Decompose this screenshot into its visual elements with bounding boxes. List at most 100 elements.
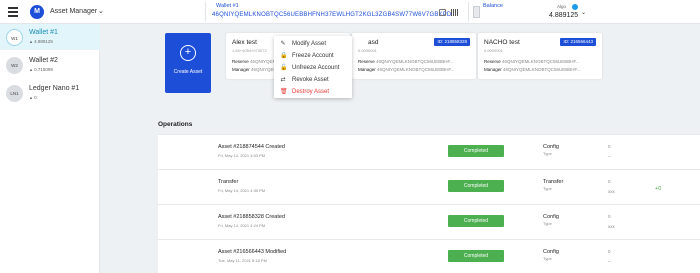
operation-detail: – bbox=[608, 259, 611, 264]
status-badge: Completed bbox=[448, 250, 504, 262]
menu-item-label: Revoke Asset bbox=[292, 77, 329, 83]
reserve-label: Reserve bbox=[358, 59, 375, 64]
account-balance: 4.889125 bbox=[29, 39, 53, 44]
operation-type: Config bbox=[543, 249, 559, 255]
create-asset-button[interactable]: + Create Asset bbox=[165, 33, 211, 93]
operation-detail: – bbox=[608, 154, 611, 159]
copy-icon[interactable] bbox=[439, 9, 446, 16]
menu-item-label: Destroy Asset bbox=[292, 89, 330, 95]
manager-value: 46QNIYQEMLKNOBTQC56UEBBHF... bbox=[503, 67, 581, 72]
verified-icon bbox=[572, 4, 578, 10]
reserve-label: Reserve bbox=[232, 59, 249, 64]
status-badge: Completed bbox=[448, 215, 504, 227]
menu-item-destroy-asset[interactable]: 🗑 Destroy Asset bbox=[274, 87, 352, 98]
plus-icon: + bbox=[180, 45, 196, 61]
sidebar: W1 Wallet #1 4.889125 W2 Wallet #2 0.715… bbox=[0, 24, 100, 273]
sidebar-item-wallet-1[interactable]: W1 Wallet #1 4.889125 bbox=[0, 24, 100, 50]
status-badge: Completed bbox=[448, 180, 504, 192]
asset-manager: Manager 46QNIYQEMLKNOBTQC56UEBBHF... bbox=[484, 67, 581, 72]
account-name: Wallet #1 bbox=[29, 29, 58, 36]
account-balance: 0.715099 bbox=[29, 67, 53, 72]
operation-type: Transfer bbox=[543, 179, 564, 185]
asset-name: NACHO test bbox=[484, 39, 520, 46]
operation-amount: +0 bbox=[655, 186, 662, 192]
operation-type: Config bbox=[543, 214, 559, 220]
asset-reserve: Reserve 46QNIYQEMLKNOBTQC56UEBBHF... bbox=[484, 59, 580, 64]
currency-label: Algo bbox=[557, 4, 567, 9]
menu-item-revoke-asset[interactable]: ⇄ Revoke Asset bbox=[274, 75, 352, 86]
avatar: W2 bbox=[6, 57, 23, 74]
operation-type-label: Type bbox=[543, 221, 552, 226]
operation-fee: 0 bbox=[608, 144, 611, 149]
balance-icon bbox=[473, 6, 480, 18]
account-balance: 0 bbox=[29, 95, 37, 100]
operation-fee: 0 bbox=[608, 214, 611, 219]
menu-item-unfreeze-account[interactable]: 🔓 Unfreeze Account bbox=[274, 63, 352, 74]
balance-label: Balance bbox=[483, 3, 503, 9]
qr-code-icon[interactable] bbox=[451, 9, 458, 16]
chevron-down-icon[interactable]: ⌄ bbox=[98, 7, 104, 15]
revoke-icon: ⇄ bbox=[280, 77, 286, 83]
operation-title: Asset #218858328 Created bbox=[218, 214, 285, 220]
unlock-icon: 🔓 bbox=[280, 65, 288, 71]
asset-card[interactable]: NACHO test 0.0000001 ID: 216566443 Reser… bbox=[478, 33, 602, 79]
asset-id-badge: ID: 216566443 bbox=[560, 38, 596, 46]
app-title[interactable]: Asset Manager bbox=[50, 8, 97, 15]
menu-item-label: Freeze Account bbox=[292, 53, 334, 59]
menu-item-freeze-account[interactable]: 🔒 Freeze Account bbox=[274, 51, 352, 62]
menu-item-modify-asset[interactable]: ✎ Modify Asset bbox=[274, 39, 352, 50]
table-row[interactable]: Asset #218858328 Created Fri, May 14, 20… bbox=[158, 204, 700, 238]
manager-label: Manager bbox=[484, 67, 502, 72]
trash-icon: 🗑 bbox=[280, 89, 288, 95]
menu-icon[interactable] bbox=[8, 7, 18, 17]
wallet-selector[interactable]: Wallet #1 46QNIYQEMLKNOBTQC56UEBBHFNH37E… bbox=[205, 2, 458, 22]
asset-card[interactable]: asd 0.0000001 ID: 218858328 Reserve 46QN… bbox=[352, 33, 476, 79]
operation-detail: xxx bbox=[608, 224, 615, 229]
account-name: Wallet #2 bbox=[29, 57, 58, 64]
asset-manager: Manager 46QNIYQEMLKNOBTQC56UEBBHF... bbox=[358, 67, 455, 72]
operation-type-label: Type bbox=[543, 256, 552, 261]
reserve-value: 46QNIYQEMLKNOBTQC56UEBBHF... bbox=[376, 59, 454, 64]
reserve-value: 46QNIYQEMLKNOBTQC56UEBBHF... bbox=[502, 59, 580, 64]
operation-date: Fri, May 14, 2021 4:30 PM bbox=[218, 188, 266, 193]
sidebar-item-ledger-nano-1[interactable]: LN1 Ledger Nano #1 0 bbox=[0, 80, 100, 106]
chevron-down-icon[interactable]: ⌄ bbox=[581, 9, 586, 16]
operation-fee: 0 bbox=[608, 249, 611, 254]
sidebar-item-wallet-2[interactable]: W2 Wallet #2 0.715099 bbox=[0, 52, 100, 78]
operation-title: Transfer bbox=[218, 179, 239, 185]
operation-date: Tue, May 11, 2021 5:18 PM bbox=[218, 258, 267, 263]
table-row[interactable]: Transfer Fri, May 14, 2021 4:30 PM Compl… bbox=[158, 169, 700, 203]
balance-amount: 4.889125 bbox=[549, 12, 579, 19]
operation-title: Asset #218874544 Created bbox=[218, 144, 285, 150]
asset-context-menu: ✎ Modify Asset 🔒 Freeze Account 🔓 Unfree… bbox=[274, 36, 352, 98]
top-bar: M Asset Manager ⌄ Wallet #1 46QNIYQEMLKN… bbox=[0, 0, 700, 24]
operation-title: Asset #216566443 Modified bbox=[218, 249, 287, 255]
table-row[interactable]: Asset #216566443 Modified Tue, May 11, 2… bbox=[158, 239, 700, 273]
asset-name: Alex test bbox=[232, 39, 257, 46]
operation-type: Config bbox=[543, 144, 559, 150]
lock-icon: 🔒 bbox=[280, 53, 288, 59]
table-row[interactable]: Asset #218874544 Created Fri, May 14, 20… bbox=[158, 134, 700, 168]
balance-selector[interactable]: Balance Algo 4.889125 ⌄ bbox=[468, 2, 590, 22]
wallet-address: 46QNIYQEMLKNOBTQC56UEBBHFNH37EWLHGT2KGL3… bbox=[212, 12, 456, 18]
create-asset-label: Create Asset bbox=[173, 69, 203, 75]
account-name: Ledger Nano #1 bbox=[29, 85, 80, 92]
avatar: W1 bbox=[6, 29, 23, 46]
menu-item-label: Modify Asset bbox=[292, 41, 327, 47]
app-logo: M bbox=[30, 5, 44, 19]
operation-detail: xxx bbox=[608, 189, 615, 194]
operations-title: Operations bbox=[158, 121, 193, 128]
asset-id-badge: ID: 218858328 bbox=[434, 38, 470, 46]
operation-type-label: Type bbox=[543, 151, 552, 156]
operation-date: Fri, May 14, 2021 4:24 PM bbox=[218, 223, 266, 228]
pencil-icon: ✎ bbox=[280, 41, 286, 47]
asset-reserve: Reserve 46QNIYQEMLKNOBTQC56UEBBHF... bbox=[358, 59, 454, 64]
manager-label: Manager bbox=[232, 67, 250, 72]
asset-supply: 1.64+4054+073072 bbox=[232, 48, 267, 53]
asset-supply: 0.0000001 bbox=[358, 48, 377, 53]
wallet-label: Wallet #1 bbox=[216, 3, 239, 9]
operation-type-label: Type bbox=[543, 186, 552, 191]
menu-item-label: Unfreeze Account bbox=[292, 65, 340, 71]
status-badge: Completed bbox=[448, 145, 504, 157]
asset-name: asd bbox=[368, 39, 379, 46]
